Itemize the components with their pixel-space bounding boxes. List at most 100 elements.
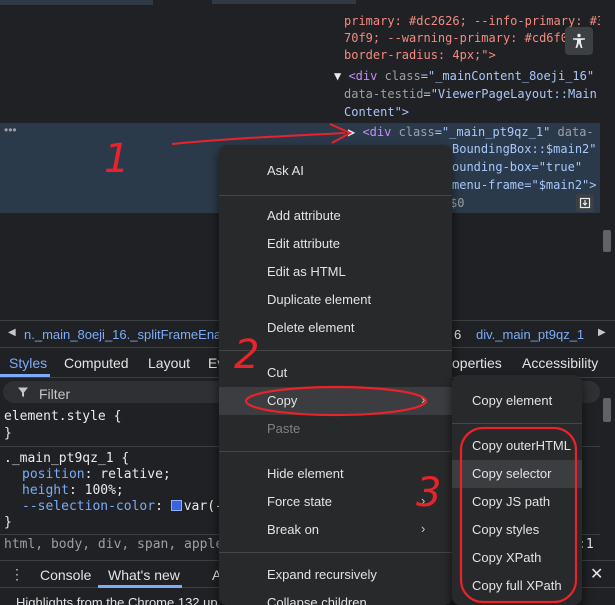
menu-item-label: Copy full XPath	[472, 578, 562, 593]
active-tab-indicator	[98, 585, 182, 588]
menu-item-label: Copy XPath	[472, 550, 542, 565]
color-swatch[interactable]	[170, 500, 182, 511]
menu-item-label: Paste	[267, 421, 301, 436]
menu-separator	[219, 451, 452, 452]
dom-token: ▶	[348, 125, 363, 139]
menu-item-label: Add attribute	[267, 208, 341, 223]
copy-submenu: Copy element Copy outerHTML Copy selecto…	[452, 375, 582, 605]
inherited-selector[interactable]: html, body, div, span, applet,	[4, 537, 239, 552]
scrollbar-thumb[interactable]	[603, 398, 611, 422]
breadcrumb-right-arrow-icon[interactable]: ▶	[598, 327, 606, 338]
dom-token: BoundingBox::$main2"	[452, 142, 597, 156]
menu-item-break-on[interactable]: Break on ›	[219, 516, 452, 544]
menu-item-copy-outerhtml[interactable]: Copy outerHTML	[452, 432, 582, 460]
menu-item-ask-ai[interactable]: Ask AI	[219, 157, 452, 185]
css-prop-name[interactable]: --selection-color	[22, 499, 155, 514]
menu-item-label: Collapse children	[267, 595, 367, 605]
tab-computed[interactable]: Computed	[64, 355, 129, 371]
node-ellipsis-icon[interactable]: •••	[4, 123, 17, 137]
filter-icon	[17, 386, 29, 401]
menu-item-copy-full-xpath[interactable]: Copy full XPath	[452, 572, 582, 600]
dom-tree-line[interactable]: menu-frame="$main2">	[452, 177, 597, 194]
active-tab-indicator	[0, 374, 50, 377]
dom-tree-line[interactable]: border-radius: 4px;">	[344, 47, 496, 64]
menu-item-label: Cut	[267, 365, 288, 380]
css-prop-value[interactable]: 100%;	[85, 483, 124, 498]
menu-item-copy-selector[interactable]: Copy selector	[452, 460, 582, 488]
dom-token: <div	[362, 125, 399, 139]
menu-item-hide-element[interactable]: Hide element	[219, 460, 452, 488]
menu-item-copy-js-path[interactable]: Copy JS path	[452, 488, 582, 516]
menu-item-copy-xpath[interactable]: Copy XPath	[452, 544, 582, 572]
breadcrumb-item[interactable]: n._main_8oeji_16._splitFrameEnab	[24, 327, 229, 342]
dom-token: ="ViewerPageLayout::Main	[423, 87, 597, 101]
menu-item-collapse-children[interactable]: Collapse children	[219, 589, 452, 605]
breadcrumb-left-arrow-icon[interactable]: ◀	[8, 327, 16, 338]
menu-item-copy-styles[interactable]: Copy styles	[452, 516, 582, 544]
dom-token: data-testid	[344, 87, 424, 101]
dom-tree-line[interactable]: ▶ <div class="_main_pt9qz_1" data-	[348, 124, 594, 141]
menu-separator	[219, 350, 452, 351]
menu-item-cut[interactable]: Cut	[219, 359, 452, 387]
menu-item-delete-element[interactable]: Delete element	[219, 314, 452, 342]
dom-tree-line[interactable]: $0	[450, 195, 464, 212]
dom-token: class	[398, 125, 435, 139]
dom-token: menu-frame="$main2">	[452, 178, 597, 192]
tab-properties[interactable]: operties	[452, 355, 502, 371]
tab-accessibility[interactable]: Accessibility	[522, 355, 598, 371]
menu-item-label: Expand recursively	[267, 567, 377, 582]
tab-styles[interactable]: Styles	[9, 355, 47, 371]
dom-tree-line[interactable]: data-testid="ViewerPageLayout::Main	[344, 86, 597, 103]
styles-scrollbar[interactable]	[600, 378, 615, 554]
dom-token: ▼	[334, 69, 349, 83]
menu-item-label: Force state	[267, 494, 333, 509]
dom-token: Content">	[344, 105, 410, 119]
tab-layout[interactable]: Layout	[148, 355, 190, 371]
dom-tree-line[interactable]: ▼ <div class="_mainContent_8oeji_16"	[334, 68, 594, 85]
dom-token: 70f9; --warning-primary: #cd6f00	[344, 31, 576, 45]
breadcrumb-item[interactable]: 6	[454, 327, 461, 342]
menu-item-edit-as-html[interactable]: Edit as HTML	[219, 258, 452, 286]
scrollbar-thumb[interactable]	[603, 230, 611, 252]
breadcrumb-item-selected[interactable]: div._main_pt9qz_1	[476, 327, 584, 342]
menu-item-label: Duplicate element	[267, 292, 372, 307]
menu-item-label: Copy element	[472, 393, 553, 408]
dom-tree-line[interactable]: ounding-box="true"	[452, 159, 582, 176]
filter-placeholder: Filter	[39, 386, 71, 402]
menu-item-label: Ask AI	[267, 163, 304, 178]
dom-token: border-radius: 4px;">	[344, 48, 496, 62]
menu-item-duplicate-element[interactable]: Duplicate element	[219, 286, 452, 314]
css-prop-name[interactable]: height	[22, 483, 69, 498]
menu-item-expand-recursively[interactable]: Expand recursively	[219, 561, 452, 589]
css-prop-name[interactable]: position	[22, 467, 85, 482]
dom-tree-line[interactable]: Content">	[344, 104, 409, 121]
dom-tree-line[interactable]: BoundingBox::$main2"	[452, 141, 597, 158]
menu-item-add-attribute[interactable]: Add attribute	[219, 202, 452, 230]
top-highlight-bar	[0, 0, 153, 5]
dom-token: class	[384, 69, 421, 83]
dom-tree-line[interactable]: 70f9; --warning-primary: #cd6f00	[344, 30, 575, 47]
scroll-into-view-icon[interactable]	[576, 194, 594, 212]
tab-console[interactable]: Console	[40, 567, 91, 583]
dom-token: primary: #dc2626; --info-primary: #31	[344, 14, 612, 28]
tab-whats-new[interactable]: What's new	[108, 567, 180, 583]
menu-item-label: Copy	[267, 393, 298, 408]
menu-item-label: Break on	[267, 522, 320, 537]
rule-close-brace: }	[4, 515, 12, 530]
element-style-selector[interactable]: element.style {	[4, 409, 121, 424]
menu-item-edit-attribute[interactable]: Edit attribute	[219, 230, 452, 258]
menu-item-label: Copy JS path	[472, 494, 551, 509]
css-prop-value[interactable]: relative;	[100, 467, 170, 482]
menu-item-label: Edit as HTML	[267, 264, 346, 279]
close-icon[interactable]: ✕	[590, 564, 603, 584]
menu-separator	[452, 423, 582, 424]
menu-item-copy-element[interactable]: Copy element	[452, 387, 582, 415]
dom-token: data-	[557, 125, 594, 139]
drawer-menu-icon[interactable]: ⋮	[10, 566, 24, 583]
elements-scrollbar[interactable]	[600, 0, 615, 320]
menu-item-force-state[interactable]: Force state ›	[219, 488, 452, 516]
dom-token: $0	[450, 196, 465, 210]
menu-item-copy[interactable]: Copy ›	[219, 387, 452, 415]
accessibility-icon[interactable]	[565, 27, 593, 55]
rule-selector[interactable]: ._main_pt9qz_1 {	[4, 451, 129, 466]
